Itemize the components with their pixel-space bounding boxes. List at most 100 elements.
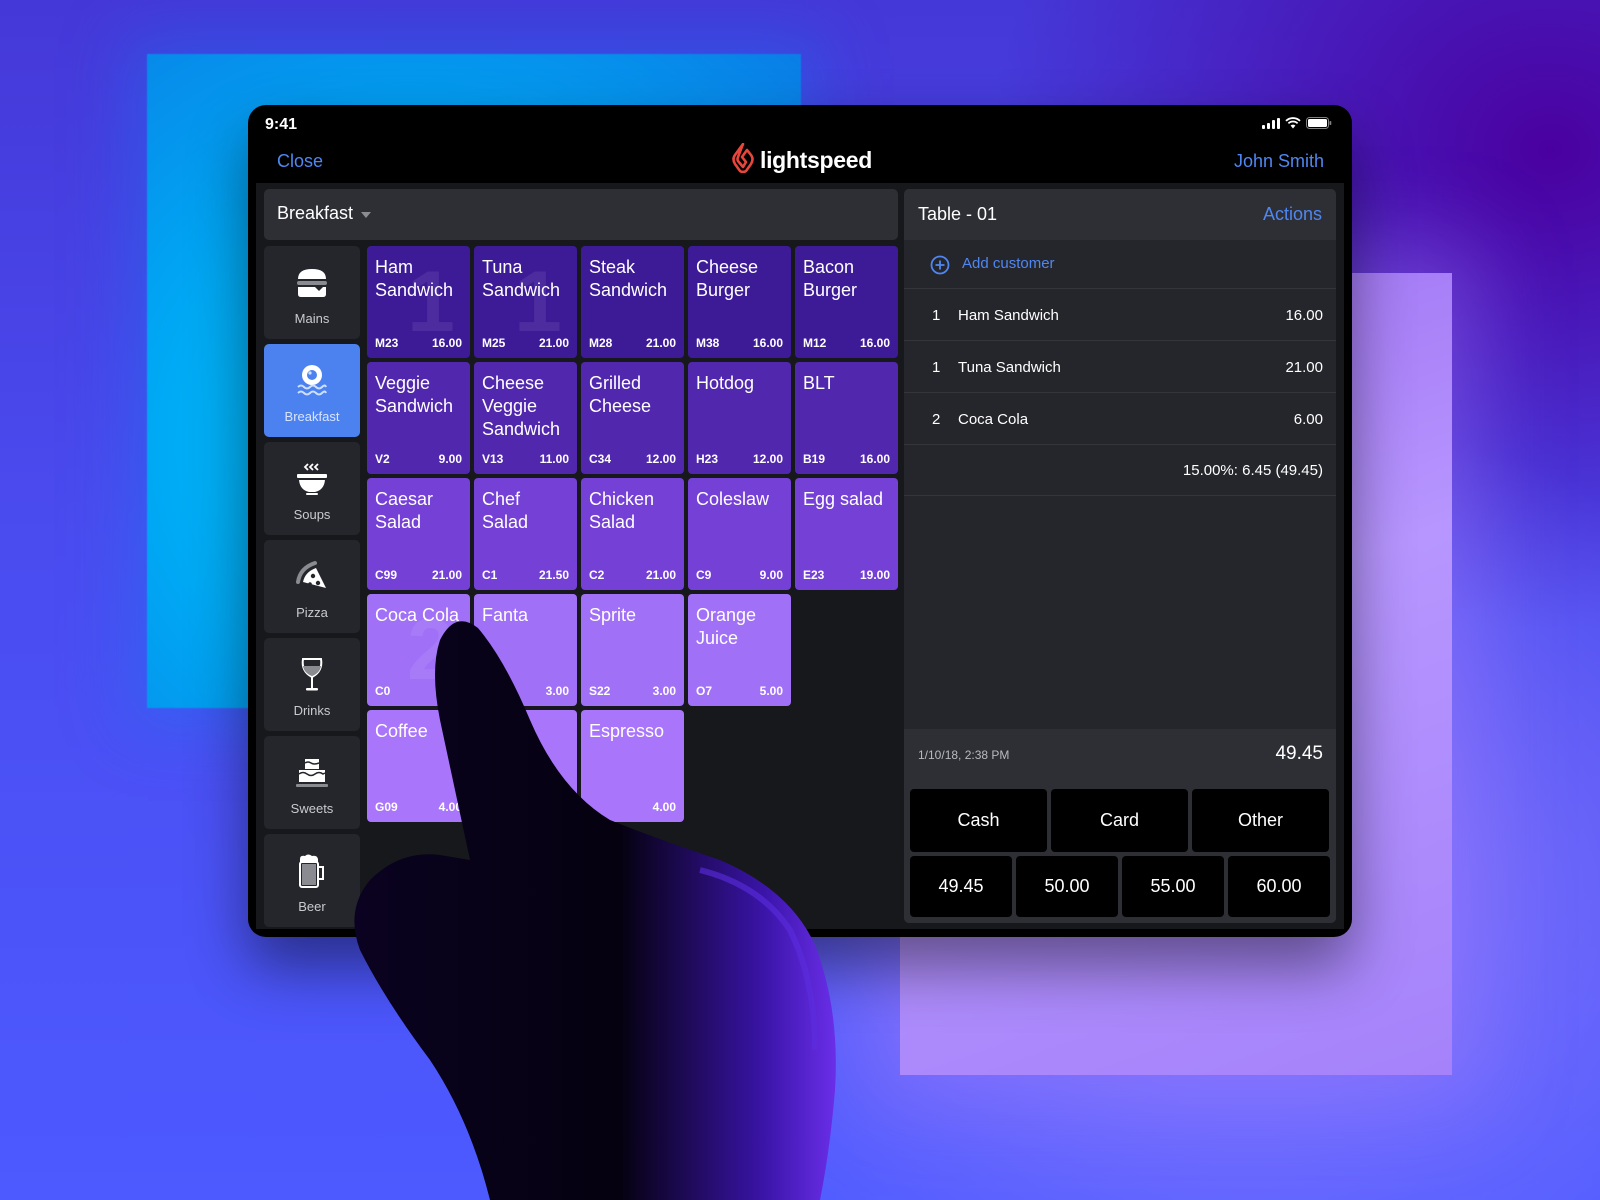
wine-glass-icon	[298, 657, 326, 693]
quick-amount-row: 49.45 50.00 55.00 60.00	[910, 856, 1330, 917]
menu-item-price: 21.00	[538, 336, 569, 350]
menu-item-price: 21.50	[538, 568, 569, 582]
menu-item-tile[interactable]: Espresso 4.00	[581, 710, 684, 822]
menu-item-price: 16.00	[431, 336, 462, 350]
status-icons	[1262, 117, 1332, 129]
menu-item-price: 16.00	[859, 336, 890, 350]
other-payment-button[interactable]: Other	[1192, 789, 1329, 852]
sidebar-item-drinks[interactable]: Drinks	[264, 638, 360, 731]
menu-item-tile[interactable]: Fanta 3.00	[474, 594, 577, 706]
cash-button[interactable]: Cash	[910, 789, 1047, 852]
tax-summary: 15.00%: 6.45 (49.45)	[1182, 462, 1323, 479]
line-quantity: 1	[932, 359, 941, 376]
pos-screen: Breakfast Mains Breakfast Soups Pizza Dr…	[256, 183, 1344, 929]
menu-item-tile[interactable]: BLT B19 16.00	[795, 362, 898, 474]
sidebar-item-label: Pizza	[296, 605, 328, 620]
menu-item-price: 16.00	[859, 452, 890, 466]
menu-item-tile[interactable]: Grilled Cheese C34 12.00	[581, 362, 684, 474]
menu-item-tile[interactable]: Chicken Salad C2 21.00	[581, 478, 684, 590]
menu-item-price: 21.00	[431, 568, 462, 582]
sidebar-item-sweets[interactable]: Sweets	[264, 736, 360, 829]
quick-amount-button[interactable]: 55.00	[1122, 856, 1224, 917]
menu-item-name: Veggie Sandwich	[375, 373, 454, 416]
menu-item-name: Hotdog	[696, 373, 755, 393]
close-button[interactable]: Close	[277, 151, 323, 172]
line-item-name: Coca Cola	[958, 411, 1029, 428]
sidebar-item-breakfast[interactable]: Breakfast	[264, 344, 360, 437]
line-quantity: 1	[932, 307, 941, 324]
menu-item-tile[interactable]: Cheese Burger M38 16.00	[688, 246, 791, 358]
menu-item-code: H23	[696, 452, 719, 466]
menu-item-tile[interactable]: Sprite S22 3.00	[581, 594, 684, 706]
menu-item-tile[interactable]: Egg salad E23 19.00	[795, 478, 898, 590]
menu-item-name: Sprite	[589, 605, 637, 625]
menu-item-tile[interactable]: Veggie Sandwich V2 9.00	[367, 362, 470, 474]
menu-item-tile[interactable]: Orange Juice O7 5.00	[688, 594, 791, 706]
menu-item-code: M38	[696, 336, 720, 350]
menu-item-tile[interactable]: 1 Ham Sandwich M23 16.00	[367, 246, 470, 358]
quick-amount-button[interactable]: 60.00	[1228, 856, 1330, 917]
menu-item-name: Fanta	[482, 605, 529, 625]
menu-item-tile[interactable]: Cheese Veggie Sandwich V13 11.00	[474, 362, 577, 474]
menu-item-code: M28	[589, 336, 613, 350]
payment-method-row: Cash Card Other	[910, 789, 1329, 852]
order-footer: 1/10/18, 2:38 PM 49.45 Cash Card Other 4…	[904, 729, 1336, 923]
actions-button[interactable]: Actions	[1263, 204, 1322, 225]
menu-item-code: C1	[482, 568, 498, 582]
cake-icon	[295, 755, 329, 791]
sidebar-item-label: Sweets	[290, 801, 334, 816]
line-amount: 16.00	[1285, 307, 1323, 324]
menu-item-price: 16.00	[752, 336, 783, 350]
order-line[interactable]: 2 Coca Cola 6.00	[904, 393, 1336, 445]
add-customer-button[interactable]: Add customer	[904, 240, 1336, 289]
quick-amount-button[interactable]: 49.45	[910, 856, 1012, 917]
sidebar-item-label: Mains	[294, 311, 330, 326]
menu-item-tile[interactable]: Coffee G09 4.00	[367, 710, 470, 822]
line-amount: 6.00	[1293, 411, 1323, 428]
egg-icon	[295, 363, 329, 399]
soup-bowl-icon	[295, 461, 329, 497]
menu-item-tile[interactable]: Coleslaw C9 9.00	[688, 478, 791, 590]
sidebar-item-label: Soups	[293, 507, 331, 522]
menu-item-code: B19	[803, 452, 826, 466]
menu-item-name: Cheese Burger	[696, 257, 759, 300]
line-amount: 21.00	[1285, 359, 1323, 376]
sidebar-item-mains[interactable]: Mains	[264, 246, 360, 339]
order-line[interactable]: 1 Tuna Sandwich 21.00	[904, 341, 1336, 393]
menu-item-price: 5.00	[759, 684, 783, 698]
plus-circle-icon	[930, 255, 950, 280]
menu-item-tile[interactable]: Chef Salad C1 21.50	[474, 478, 577, 590]
menu-item-tile[interactable]: 1 Tuna Sandwich M25 21.00	[474, 246, 577, 358]
sidebar-item-beer[interactable]: Beer	[264, 834, 360, 927]
menu-item-name: Caesar Salad	[375, 489, 434, 532]
order-line[interactable]: 1 Ham Sandwich 16.00	[904, 289, 1336, 341]
beer-mug-icon	[297, 853, 327, 889]
brand-logo: lightspeed	[732, 142, 872, 178]
menu-item-price: 3.00	[438, 684, 462, 698]
menu-item-tile[interactable]: 2 Coca Cola C0 3.00	[367, 594, 470, 706]
line-item-name: Ham Sandwich	[958, 307, 1059, 324]
menu-item-tile[interactable]: Hotdog H23 12.00	[688, 362, 791, 474]
signal-icon	[1262, 117, 1280, 129]
order-title: Table - 01	[918, 204, 998, 224]
category-dropdown[interactable]: Breakfast	[277, 203, 372, 224]
add-customer-label: Add customer	[962, 255, 1055, 272]
quick-amount-button[interactable]: 50.00	[1016, 856, 1118, 917]
line-quantity: 2	[932, 411, 941, 428]
sidebar-item-label: Beer	[298, 899, 326, 914]
menu-item-name: Grilled Cheese	[589, 373, 652, 416]
menu-item-tile[interactable]: Steak Sandwich M28 21.00	[581, 246, 684, 358]
sidebar-item-pizza[interactable]: Pizza	[264, 540, 360, 633]
wifi-icon	[1285, 117, 1301, 129]
card-button[interactable]: Card	[1051, 789, 1188, 852]
menu-item-tile[interactable]: Bacon Burger M12 16.00	[795, 246, 898, 358]
category-dropdown-label: Breakfast	[277, 203, 354, 223]
tablet-device: 9:41 Close lightspeed John Smith Breakfa	[248, 105, 1352, 937]
user-name-button[interactable]: John Smith	[1234, 151, 1324, 172]
sidebar-item-soups[interactable]: Soups	[264, 442, 360, 535]
menu-item-name: Coffee	[375, 721, 428, 741]
menu-item-tile[interactable]: Caesar Salad C99 21.00	[367, 478, 470, 590]
menu-item-price: 21.00	[645, 568, 676, 582]
line-item-name: Tuna Sandwich	[958, 359, 1061, 376]
menu-item-tile[interactable]: L01	[474, 710, 577, 822]
